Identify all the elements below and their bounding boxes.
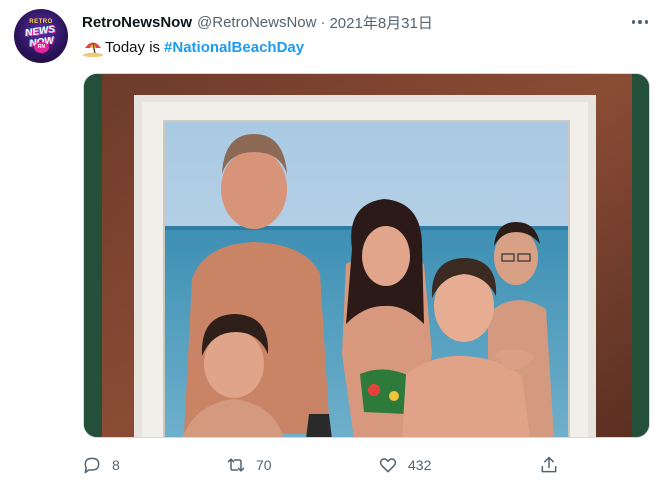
reply-icon [84, 457, 100, 474]
more-options-icon[interactable] [628, 12, 652, 32]
user-handle[interactable]: @RetroNewsNow [197, 14, 316, 31]
framed-family-beach-photo [84, 74, 649, 437]
tweet-photo[interactable] [83, 73, 650, 438]
hashtag-link[interactable]: #NationalBeachDay [164, 39, 304, 56]
heart-icon [379, 458, 397, 473]
reply-button[interactable]: 8 [82, 450, 120, 480]
like-count: 432 [408, 457, 432, 473]
beach-umbrella-icon [82, 37, 104, 58]
avatar-logo-badge: RN [34, 42, 49, 53]
reply-count: 8 [112, 457, 120, 473]
retweet-count: 70 [256, 457, 272, 473]
tweet-header: RetroNewsNow @RetroNewsNow · 2021年8月31日 [82, 12, 433, 32]
tweet-text: Today is #NationalBeachDay [82, 36, 304, 58]
separator-dot: · [320, 13, 326, 31]
tweet-date[interactable]: 2021年8月31日 [329, 12, 432, 33]
tweet-card[interactable]: RETRO NEWS NOW RN RetroNewsNow @RetroNew… [0, 0, 671, 485]
like-button[interactable]: 432 [378, 450, 431, 480]
display-name[interactable]: RetroNewsNow [82, 14, 192, 31]
retweet-icon [227, 458, 245, 472]
retweet-button[interactable]: 70 [226, 450, 272, 480]
tweet-actions: 8 70 432 [0, 450, 671, 480]
share-button[interactable] [539, 450, 559, 480]
avatar[interactable]: RETRO NEWS NOW RN [14, 9, 68, 63]
tweet-text-prefix: Today is [105, 38, 161, 56]
share-icon [541, 456, 557, 473]
